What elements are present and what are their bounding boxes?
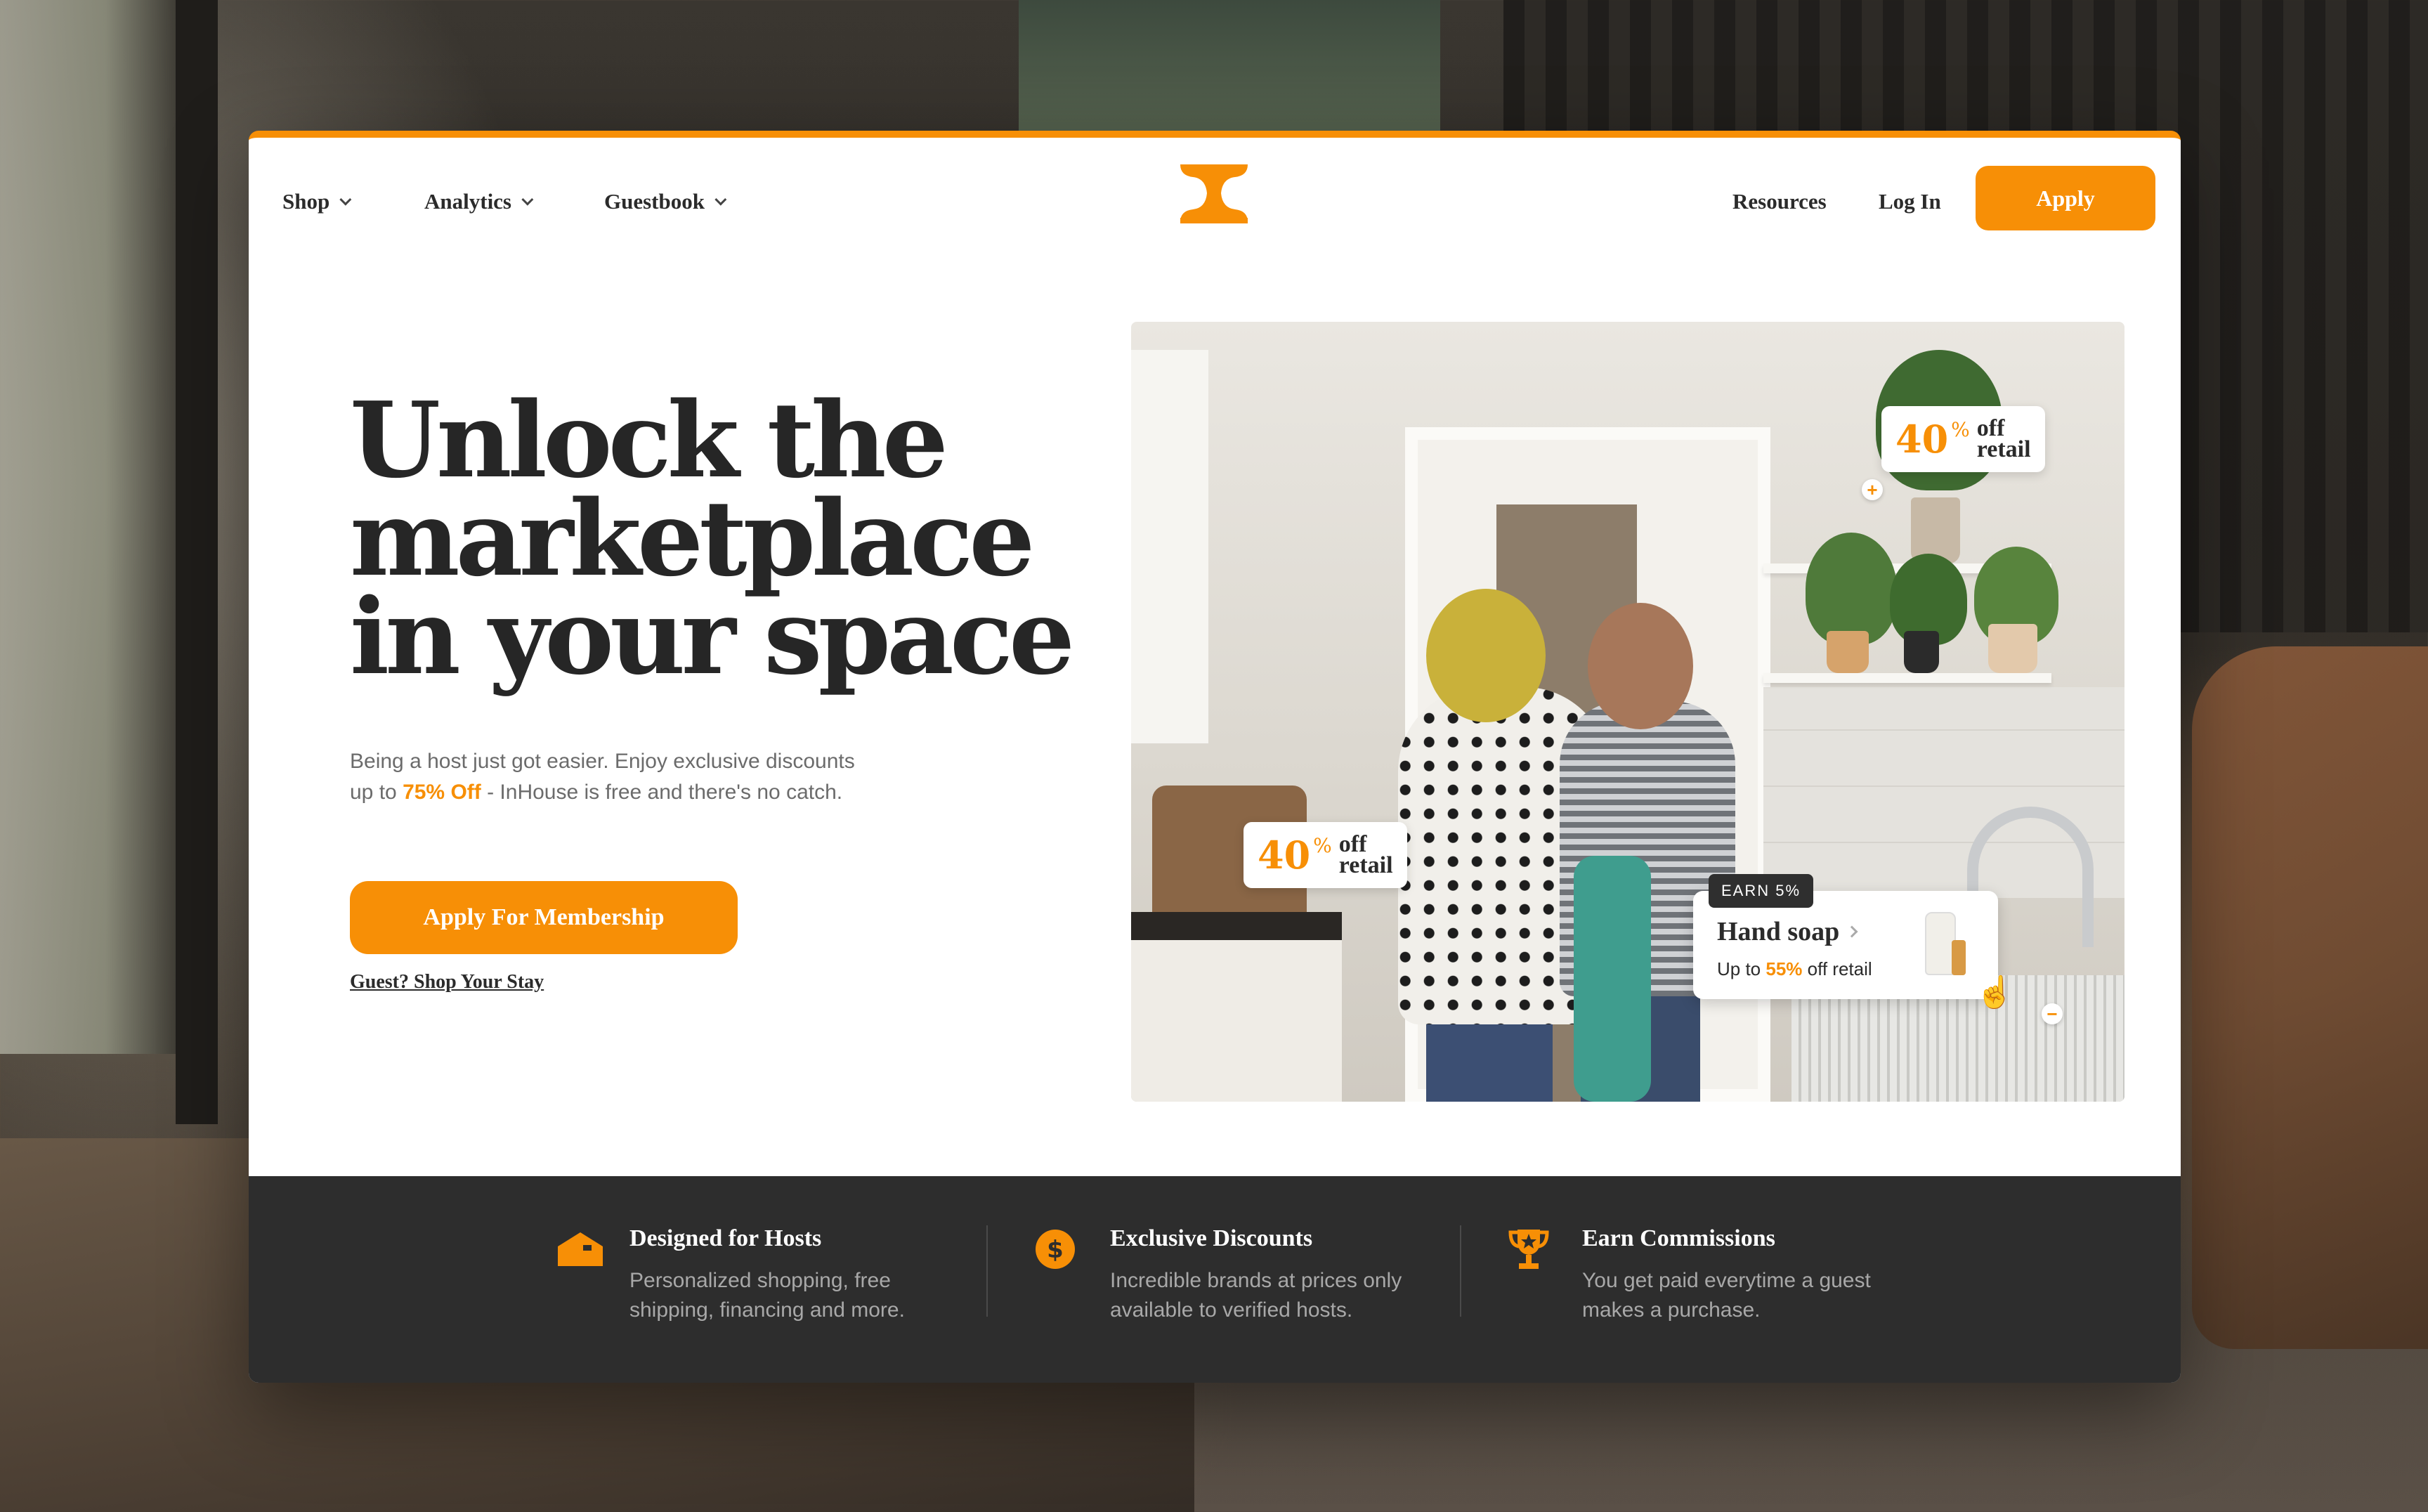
hero-title-line: marketplace [350,477,1035,599]
photo-person [1426,589,1546,722]
hero-title-line: Unlock the [350,379,948,501]
feature-title: Earn Commissions [1582,1225,1775,1251]
photo-pot [1827,631,1869,673]
discount-badge[interactable]: 40 % off retail [1244,822,1407,888]
discount-badge-percent: % [1313,833,1332,857]
photo-person [1588,603,1693,729]
chevron-down-icon [339,193,352,206]
earn-tag: EARN 5% [1709,874,1814,908]
photo-shelf [1763,673,2051,683]
nav-analytics[interactable]: Analytics [424,184,534,219]
feature-title: Designed for Hosts [629,1225,822,1251]
discount-badge-percent: % [1951,417,1970,441]
features-bar: Designed for Hosts Personalized shopping… [249,1176,2181,1383]
feature-description: You get paid everytime a guest makes a p… [1582,1269,1871,1322]
discount-badge-number: 40 [1895,417,1949,462]
product-title: Hand soap [1717,917,1840,946]
apply-membership-button[interactable]: Apply For Membership [350,881,738,954]
chevron-right-icon [1846,925,1858,938]
product-subtitle-text: off retail [1802,958,1872,979]
soap-bottle-image [1952,940,1966,975]
product-subtitle-text: Up to [1717,958,1766,979]
house-icon [558,1232,603,1266]
product-title-row: Hand soap [1717,916,1858,947]
discount-badge-number: 40 [1258,833,1311,878]
discount-badge-label: off retail [1976,417,2031,462]
nav-resources[interactable]: Resources [1732,184,1827,219]
discount-badge-retail: retail [1338,852,1393,878]
svg-text:$: $ [1047,1236,1064,1264]
background-window [0,0,176,1054]
photo-cabinet [1131,350,1208,743]
feature-description: Personalized shopping, free shipping, fi… [629,1269,905,1322]
photo-plant [1806,533,1897,645]
top-nav: Shop Analytics Guestbook Resources Log I… [249,138,2181,257]
nav-shop-label: Shop [282,189,330,214]
photo-pot [1988,624,2037,673]
product-subtitle-highlight: 55% [1765,958,1803,979]
feature-divider [1460,1225,1461,1317]
guest-shop-link[interactable]: Guest? Shop Your Stay [350,971,544,993]
product-subtitle: Up to 55% off retail [1717,958,1872,980]
apply-button[interactable]: Apply [1976,166,2155,230]
nav-shop[interactable]: Shop [282,184,352,219]
hero-subtitle: Being a host just got easier. Enjoy excl… [350,746,856,808]
feature-title: Exclusive Discounts [1110,1225,1313,1251]
hero-subtitle-text: - InHouse is free and there's no catch. [481,781,843,804]
background-sofa [2192,646,2428,1349]
nav-guestbook-label: Guestbook [604,189,705,214]
hand-cursor-icon: ☝ [1976,975,2014,1010]
feature-exclusive-discounts: $ Exclusive Discounts Incredible brands … [1036,1218,1457,1345]
chevron-down-icon [521,193,534,206]
hero-subtitle-highlight: 75% Off [403,781,481,804]
nav-guestbook[interactable]: Guestbook [604,184,727,219]
chevron-down-icon [714,193,727,206]
background-window-frame [176,0,218,1124]
photo-towel [1574,856,1651,1102]
nav-login[interactable]: Log In [1879,184,1941,219]
discount-badge[interactable]: 40 % off retail [1881,406,2045,472]
dollar-icon: $ [1036,1230,1075,1269]
feature-divider [986,1225,988,1317]
photo-person [1426,1017,1553,1102]
hero-title-line: in your space [350,575,1075,698]
discount-badge-retail: retail [1976,436,2031,462]
trophy-icon [1508,1230,1549,1269]
hero-title: Unlock the marketplace in your space [350,379,1075,698]
background-plants [1019,0,1440,133]
photo-counter [1131,912,1342,940]
hero-photo: 40 % off retail + 40 % off retail Hand s… [1131,322,2124,1102]
website-card: Shop Analytics Guestbook Resources Log I… [249,131,2181,1383]
brand-logo-icon[interactable] [1179,162,1249,225]
feature-earn-commissions: Earn Commissions You get paid everytime … [1508,1218,1929,1345]
discount-badge-label: off retail [1338,833,1393,878]
plus-icon[interactable]: + [1862,479,1883,500]
feature-designed-for-hosts: Designed for Hosts Personalized shopping… [555,1218,977,1345]
photo-pot [1911,497,1960,563]
feature-description: Incredible brands at prices only availab… [1110,1269,1402,1322]
photo-lower-cabinet [1131,940,1342,1102]
minus-icon[interactable]: − [2042,1003,2063,1024]
photo-pot [1904,631,1939,673]
nav-analytics-label: Analytics [424,189,511,214]
